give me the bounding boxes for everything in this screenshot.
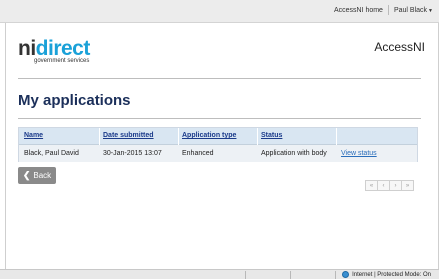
user-name: Paul Black xyxy=(393,6,428,14)
service-name: AccessNI xyxy=(374,40,425,54)
column-header-name[interactable]: Name xyxy=(24,132,43,139)
page-title: My applications xyxy=(18,92,131,109)
logo-subtitle: government services xyxy=(34,58,90,64)
cell-name: Black, Paul David xyxy=(24,150,79,157)
table-header-row: Name Date submitted Application type Sta… xyxy=(19,128,417,145)
divider-bottom xyxy=(18,118,421,119)
view-status-link[interactable]: View status xyxy=(341,150,377,157)
back-button[interactable]: ❮ Back xyxy=(18,167,56,184)
nidirect-logo[interactable]: nidirect government services xyxy=(18,38,90,64)
column-divider xyxy=(336,128,337,145)
security-zone-label: Internet | Protected Mode: On xyxy=(352,271,431,278)
cell-application-type: Enhanced xyxy=(182,150,214,157)
page-border-left xyxy=(5,23,6,269)
status-divider xyxy=(335,271,336,279)
cell-status: Application with body xyxy=(261,150,327,157)
top-nav: AccessNI home Paul Black▼ xyxy=(334,5,433,15)
column-divider xyxy=(178,128,179,145)
chevron-left-icon: ❮ xyxy=(22,170,31,180)
cell-date-submitted: 30-Jan-2015 13:07 xyxy=(103,150,162,157)
divider-top xyxy=(18,78,421,79)
column-header-status[interactable]: Status xyxy=(261,132,282,139)
column-divider xyxy=(99,128,100,145)
globe-icon xyxy=(342,271,350,278)
nav-divider xyxy=(387,5,389,15)
status-divider xyxy=(245,271,246,279)
browser-status-bar: Internet | Protected Mode: On xyxy=(0,269,439,279)
accessni-home-link[interactable]: AccessNI home xyxy=(334,7,383,14)
applications-table: Name Date submitted Application type Sta… xyxy=(18,127,418,162)
security-zone[interactable]: Internet | Protected Mode: On xyxy=(342,271,431,278)
table-row: Black, Paul David 30-Jan-2015 13:07 Enha… xyxy=(19,145,417,162)
column-header-date-submitted[interactable]: Date submitted xyxy=(103,132,154,139)
column-divider xyxy=(257,128,258,145)
pager-last-button[interactable]: » xyxy=(401,180,414,191)
top-bar: AccessNI home Paul Black▼ xyxy=(0,0,439,23)
caret-down-icon: ▼ xyxy=(428,7,433,14)
logo-part-ni: ni xyxy=(18,37,36,60)
back-button-label: Back xyxy=(33,171,52,180)
logo-part-direct: direct xyxy=(35,37,91,60)
user-menu[interactable]: Paul Black▼ xyxy=(394,7,433,14)
status-divider xyxy=(290,271,291,279)
pagination: « ‹ › » xyxy=(365,180,414,191)
column-header-application-type[interactable]: Application type xyxy=(182,132,236,139)
